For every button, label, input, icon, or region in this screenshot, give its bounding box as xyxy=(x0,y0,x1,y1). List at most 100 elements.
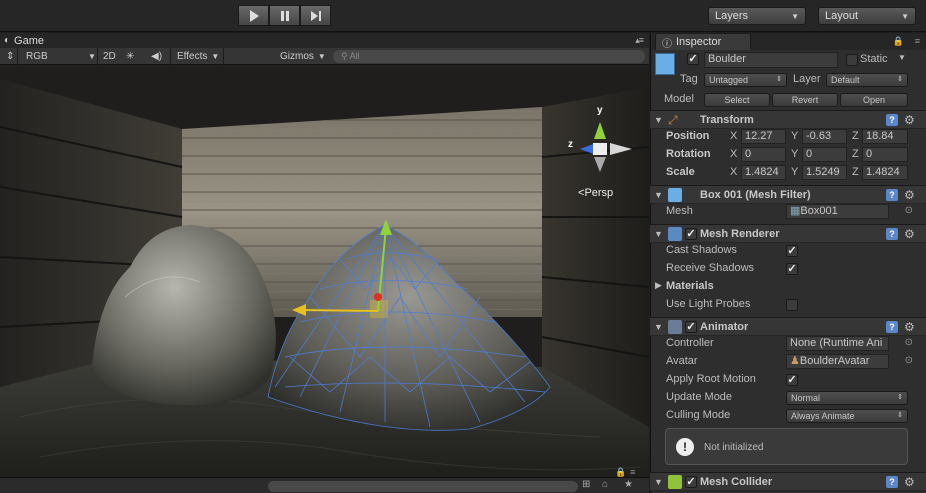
layout-label: Layout xyxy=(825,10,859,22)
position-z-field[interactable]: 18.84 xyxy=(862,129,908,144)
mesh-filter-header[interactable]: ▼ Box 001 (Mesh Filter) ? ⚙ xyxy=(650,185,926,204)
gear-icon[interactable]: ⚙ xyxy=(904,189,916,201)
layers-dropdown[interactable]: Layers ▼ xyxy=(708,7,806,25)
position-label: Position xyxy=(666,130,710,142)
use-light-probes-checkbox[interactable] xyxy=(786,299,798,311)
axis-y-label: y xyxy=(597,105,603,116)
help-icon[interactable]: ? xyxy=(886,321,898,333)
main-toolbar: Layers ▼ Layout ▼ xyxy=(0,0,926,32)
toggle-2d-button[interactable]: 2D xyxy=(103,49,116,64)
scale-y-field[interactable]: 1.5249 xyxy=(802,165,847,180)
effects-dropdown[interactable]: Effects ▼ xyxy=(177,49,219,64)
avatar-field[interactable]: ♟BoulderAvatar xyxy=(786,354,889,369)
mesh-collider-enabled-checkbox[interactable]: ✓ xyxy=(685,476,697,488)
apply-root-motion-label: Apply Root Motion xyxy=(666,373,756,385)
layout-dropdown[interactable]: Layout ▼ xyxy=(818,7,916,25)
select-button[interactable]: Select xyxy=(704,93,770,107)
audio-toggle-icon[interactable]: ◀) xyxy=(151,49,162,64)
pause-button[interactable] xyxy=(269,5,300,26)
scale-x-field[interactable]: 1.4824 xyxy=(741,165,786,180)
gear-icon[interactable]: ⚙ xyxy=(904,228,916,240)
rotation-y-field[interactable]: 0 xyxy=(802,147,847,162)
rotation-z-field[interactable]: 0 xyxy=(862,147,908,162)
scale-z-field[interactable]: 1.4824 xyxy=(862,165,908,180)
tag-icon[interactable]: ⌂ xyxy=(602,479,608,490)
projection-label[interactable]: <Persp xyxy=(578,187,613,199)
foldout-arrow-icon: ▼ xyxy=(654,115,663,125)
apply-root-motion-checkbox[interactable]: ✓ xyxy=(786,374,798,386)
info-icon: ! xyxy=(676,438,694,456)
mesh-renderer-header[interactable]: ▼ ✓ Mesh Renderer ? ⚙ xyxy=(650,224,926,243)
play-button[interactable] xyxy=(238,5,269,26)
game-viewport[interactable]: y z <Persp xyxy=(0,67,649,493)
rotation-y-label: Y xyxy=(791,148,799,160)
lock-icon[interactable]: 🔒 xyxy=(615,467,626,478)
avatar-value: BoulderAvatar xyxy=(799,355,870,367)
display-dropdown[interactable]: RGB xyxy=(26,49,48,64)
layer-dropdown[interactable]: Default ⇕ xyxy=(826,73,908,87)
updown-icon: ⇕ xyxy=(897,394,903,401)
animator-title: Animator xyxy=(700,321,749,333)
panel-menu-icon[interactable]: ▴≡ xyxy=(635,35,644,46)
mesh-renderer-enabled-checkbox[interactable]: ✓ xyxy=(685,228,697,240)
help-icon[interactable]: ? xyxy=(886,476,898,488)
gizmos-dropdown[interactable]: Gizmos ▼ xyxy=(280,49,326,64)
active-checkbox[interactable]: ✓ xyxy=(687,53,699,65)
step-button[interactable] xyxy=(300,5,331,26)
star-icon[interactable]: ★ xyxy=(624,479,633,490)
materials-label[interactable]: Materials xyxy=(666,280,714,292)
rotation-x-field[interactable]: 0 xyxy=(741,147,786,162)
transform-icon: ⤢ xyxy=(668,113,678,127)
position-y-field[interactable]: -0.63 xyxy=(802,129,847,144)
tab-inspector[interactable]: ⓘ Inspector xyxy=(655,33,751,50)
animator-header[interactable]: ▼ ✓ Animator ? ⚙ xyxy=(650,317,926,336)
animator-icon xyxy=(668,320,682,334)
open-button[interactable]: Open xyxy=(840,93,908,107)
mesh-collider-icon xyxy=(668,475,682,489)
animator-enabled-checkbox[interactable]: ✓ xyxy=(685,321,697,333)
filter-icon[interactable]: ⊞ xyxy=(582,479,590,490)
gear-icon[interactable]: ⚙ xyxy=(904,476,916,488)
help-icon[interactable]: ? xyxy=(886,114,898,126)
culling-mode-dropdown[interactable]: Always Animate ⇕ xyxy=(786,409,908,423)
position-x-label: X xyxy=(730,130,738,142)
tag-value: Untagged xyxy=(709,75,749,85)
controller-field[interactable]: None (Runtime Ani xyxy=(786,336,889,351)
static-checkbox[interactable] xyxy=(846,54,858,66)
foldout-arrow-icon[interactable]: ▶ xyxy=(655,280,662,291)
gizmos-label: Gizmos xyxy=(280,51,314,62)
static-dropdown-icon[interactable]: ▼ xyxy=(898,53,906,62)
asset-search-input[interactable] xyxy=(268,481,578,492)
object-picker-icon[interactable]: ⊙ xyxy=(905,205,913,216)
mesh-collider-header[interactable]: ▼ ✓ Mesh Collider ? ⚙ xyxy=(650,472,926,491)
game-bottom-bar: ⊞ ⌂ ★ xyxy=(0,477,649,493)
tag-dropdown[interactable]: Untagged ⇕ xyxy=(704,73,787,87)
step-icon xyxy=(310,10,321,21)
culling-mode-value: Always Animate xyxy=(791,411,855,421)
cast-shadows-checkbox[interactable]: ✓ xyxy=(786,245,798,257)
mesh-field[interactable]: ▦Box001 xyxy=(786,204,889,219)
scale-z-label: Z xyxy=(852,166,859,178)
mesh-collider-title: Mesh Collider xyxy=(700,476,773,488)
help-icon[interactable]: ? xyxy=(886,189,898,201)
update-mode-dropdown[interactable]: Normal ⇕ xyxy=(786,391,908,405)
position-x-field[interactable]: 12.27 xyxy=(741,129,786,144)
object-picker-icon[interactable]: ⊙ xyxy=(905,355,913,366)
transform-header[interactable]: ▼ ⤢ Transform ? ⚙ xyxy=(650,110,926,129)
revert-button[interactable]: Revert xyxy=(772,93,838,107)
rotation-z-label: Z xyxy=(852,148,859,160)
tab-game[interactable]: ◐ Game xyxy=(0,33,50,48)
panel-menu-icon[interactable]: ≡ xyxy=(630,467,635,477)
shaded-mode-icon[interactable]: ⇕ xyxy=(6,49,14,64)
gear-icon[interactable]: ⚙ xyxy=(904,114,916,126)
receive-shadows-checkbox[interactable]: ✓ xyxy=(786,263,798,275)
object-picker-icon[interactable]: ⊙ xyxy=(905,337,913,348)
object-name-field[interactable]: Boulder xyxy=(704,52,838,68)
lighting-toggle-icon[interactable]: ✳ xyxy=(126,49,134,64)
lock-icon[interactable]: 🔒 xyxy=(893,36,904,47)
tag-label: Tag xyxy=(680,73,698,85)
panel-menu-icon[interactable]: ≡ xyxy=(915,36,920,46)
search-input[interactable]: ⚲ All xyxy=(333,50,645,63)
gear-icon[interactable]: ⚙ xyxy=(904,321,916,333)
help-icon[interactable]: ? xyxy=(886,228,898,240)
